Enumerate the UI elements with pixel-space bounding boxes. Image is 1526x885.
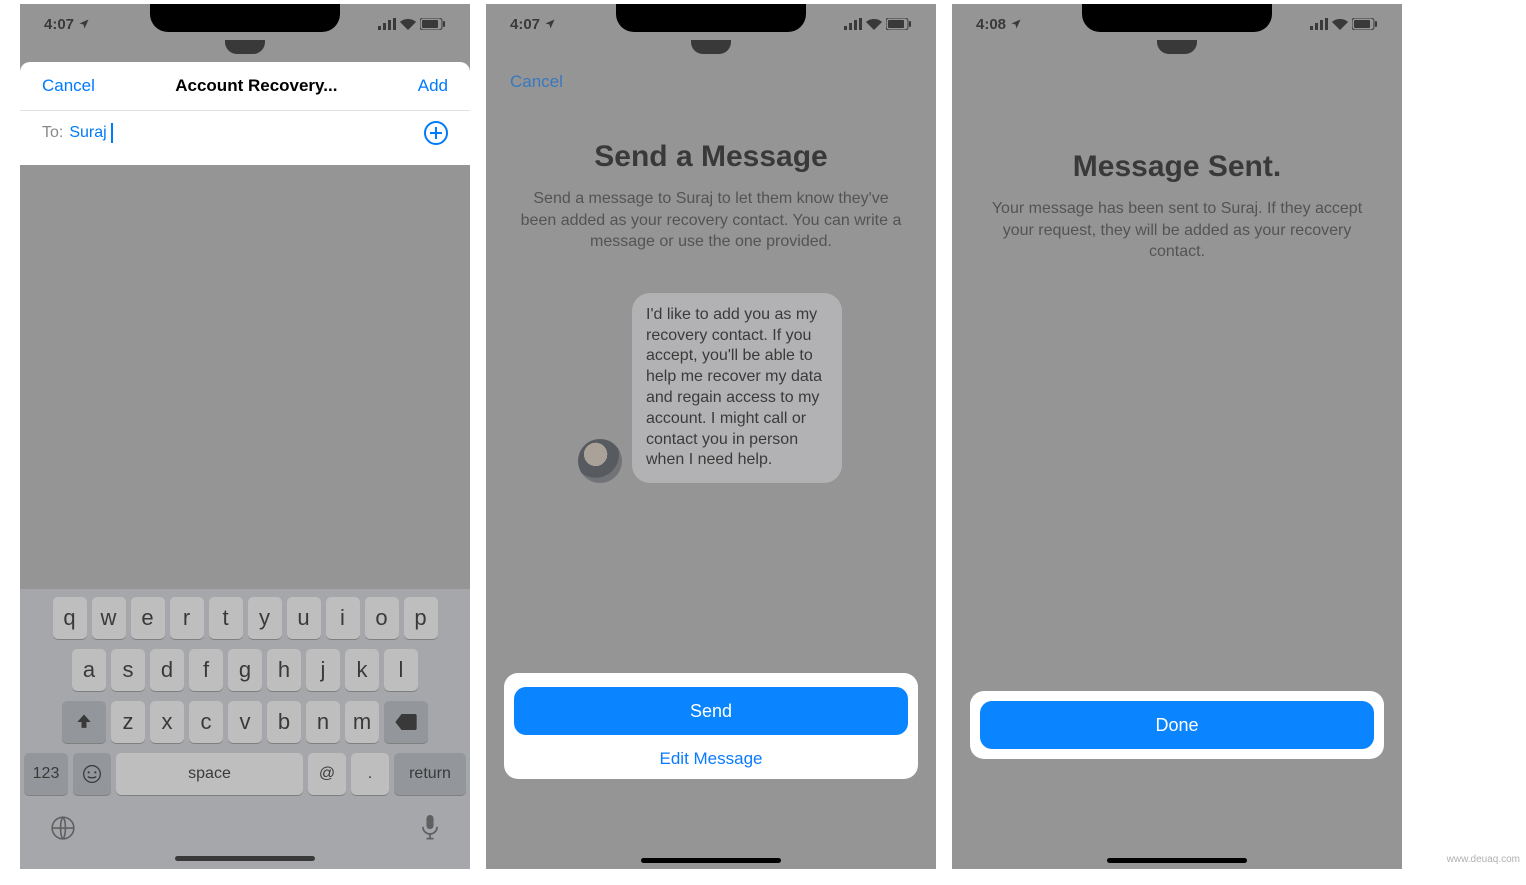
key-v[interactable]: v — [228, 701, 262, 743]
home-indicator — [1107, 858, 1247, 863]
keyboard[interactable]: qwertyuiop asdfghjkl zxcvbnm 123 space @… — [20, 589, 470, 869]
kb-row-3: zxcvbnm — [24, 701, 466, 743]
cancel-button[interactable]: Cancel — [42, 76, 95, 96]
kb-row-4: 123 space @ . return — [24, 753, 466, 795]
key-a[interactable]: a — [72, 649, 106, 691]
space-key[interactable]: space — [116, 753, 303, 795]
home-indicator — [641, 858, 781, 863]
key-w[interactable]: w — [92, 597, 126, 639]
key-f[interactable]: f — [189, 649, 223, 691]
key-o[interactable]: o — [365, 597, 399, 639]
key-p[interactable]: p — [404, 597, 438, 639]
to-label: To: — [42, 124, 63, 142]
key-g[interactable]: g — [228, 649, 262, 691]
action-buttons: Done — [970, 691, 1384, 759]
message-preview: I'd like to add you as my recovery conta… — [510, 293, 912, 483]
add-contact-icon[interactable] — [424, 121, 448, 145]
status-time: 4:07 — [510, 16, 540, 33]
key-t[interactable]: t — [209, 597, 243, 639]
sheet-handle — [691, 40, 731, 54]
watermark: www.deuaq.com — [1447, 854, 1520, 865]
page-subtitle: Your message has been sent to Suraj. If … — [976, 198, 1378, 263]
key-e[interactable]: e — [131, 597, 165, 639]
phone-screenshot-2: 4:07 Cancel Send a Message Send a messag… — [486, 4, 936, 869]
key-u[interactable]: u — [287, 597, 321, 639]
key-x[interactable]: x — [150, 701, 184, 743]
sheet-title: Account Recovery... — [175, 76, 337, 96]
page-title: Send a Message — [510, 140, 912, 174]
at-key[interactable]: @ — [308, 753, 346, 795]
to-value: Suraj — [69, 124, 106, 142]
location-icon — [544, 18, 556, 30]
location-icon — [1010, 18, 1022, 30]
action-buttons: Send Edit Message — [504, 673, 918, 779]
key-k[interactable]: k — [345, 649, 379, 691]
key-z[interactable]: z — [111, 701, 145, 743]
signal-icon — [378, 18, 396, 30]
key-q[interactable]: q — [53, 597, 87, 639]
key-s[interactable]: s — [111, 649, 145, 691]
send-button[interactable]: Send — [514, 687, 908, 735]
key-h[interactable]: h — [267, 649, 301, 691]
wifi-icon — [400, 18, 416, 30]
kb-row-1: qwertyuiop — [24, 597, 466, 639]
battery-icon — [420, 18, 446, 30]
battery-icon — [886, 18, 912, 30]
kb-row-2: asdfghjkl — [24, 649, 466, 691]
text-cursor — [111, 123, 113, 143]
key-c[interactable]: c — [189, 701, 223, 743]
key-d[interactable]: d — [150, 649, 184, 691]
status-time: 4:08 — [976, 16, 1006, 33]
home-indicator — [175, 856, 315, 861]
add-button[interactable]: Add — [418, 76, 448, 96]
message-bubble: I'd like to add you as my recovery conta… — [632, 293, 842, 483]
key-n[interactable]: n — [306, 701, 340, 743]
notch — [1082, 4, 1272, 32]
battery-icon — [1352, 18, 1378, 30]
to-field[interactable]: To: Suraj — [20, 110, 470, 157]
key-i[interactable]: i — [326, 597, 360, 639]
notch — [616, 4, 806, 32]
return-key[interactable]: return — [394, 753, 466, 795]
page-title: Message Sent. — [976, 150, 1378, 184]
key-m[interactable]: m — [345, 701, 379, 743]
key-y[interactable]: y — [248, 597, 282, 639]
compose-sheet: Cancel Account Recovery... Add To: Suraj — [20, 62, 470, 165]
phone-screenshot-1: 4:07 Cancel Account Recovery... Add To: — [20, 4, 470, 869]
wifi-icon — [866, 18, 882, 30]
location-icon — [78, 18, 90, 30]
key-l[interactable]: l — [384, 649, 418, 691]
sheet-handle — [225, 40, 265, 54]
key-b[interactable]: b — [267, 701, 301, 743]
notch — [150, 4, 340, 32]
sheet-handle — [1157, 40, 1197, 54]
wifi-icon — [1332, 18, 1348, 30]
status-time: 4:07 — [44, 16, 74, 33]
globe-icon[interactable] — [50, 815, 76, 846]
shift-key[interactable] — [62, 701, 106, 743]
avatar — [578, 439, 622, 483]
phone-screenshot-3: 4:08 Message Sent. Your message has been… — [952, 4, 1402, 869]
key-j[interactable]: j — [306, 649, 340, 691]
numbers-key[interactable]: 123 — [24, 753, 68, 795]
signal-icon — [1310, 18, 1328, 30]
backspace-key[interactable] — [384, 701, 428, 743]
dot-key[interactable]: . — [351, 753, 389, 795]
mic-icon[interactable] — [420, 815, 440, 846]
page-subtitle: Send a message to Suraj to let them know… — [510, 188, 912, 253]
done-button[interactable]: Done — [980, 701, 1374, 749]
emoji-key[interactable] — [73, 753, 111, 795]
cancel-button[interactable]: Cancel — [510, 72, 563, 91]
edit-message-button[interactable]: Edit Message — [514, 749, 908, 769]
key-r[interactable]: r — [170, 597, 204, 639]
signal-icon — [844, 18, 862, 30]
